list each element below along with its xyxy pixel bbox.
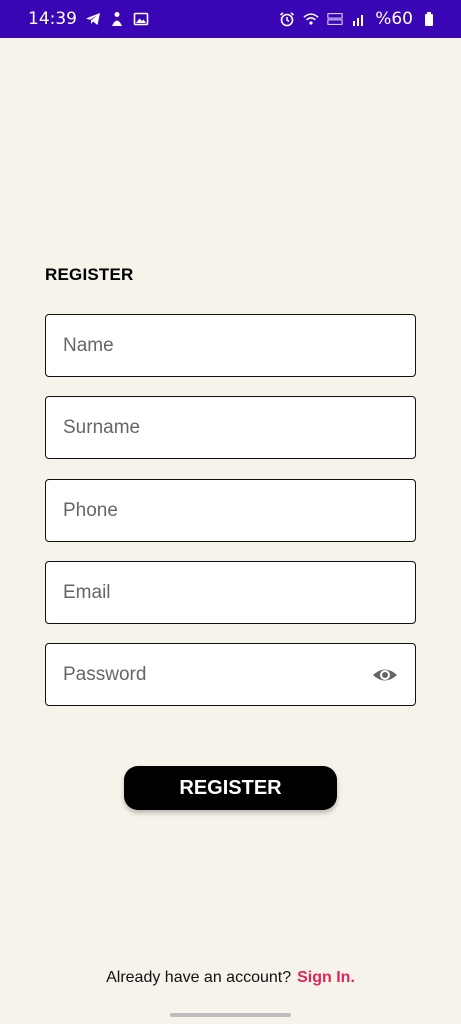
gesture-nav-handle[interactable] — [170, 1013, 291, 1017]
phone-field[interactable] — [45, 479, 416, 542]
name-input[interactable] — [63, 334, 398, 357]
signin-link[interactable]: Sign In. — [297, 969, 355, 986]
figure-icon — [109, 11, 125, 27]
status-bar: 14:39 %60 — [0, 0, 461, 38]
signin-prompt-text: Already have an account? — [106, 969, 292, 986]
password-input[interactable] — [63, 663, 364, 686]
signin-prompt-row: Already have an account? Sign In. — [0, 969, 461, 987]
image-icon — [133, 11, 149, 27]
status-time: 14:39 — [28, 9, 77, 29]
email-input[interactable] — [63, 581, 398, 604]
volte-icon — [327, 11, 343, 27]
battery-icon — [421, 11, 437, 27]
email-field[interactable] — [45, 561, 416, 624]
page-title: REGISTER — [45, 265, 134, 284]
signal-icon — [351, 11, 367, 27]
phone-input[interactable] — [63, 499, 398, 522]
surname-field[interactable] — [45, 396, 416, 459]
name-field[interactable] — [45, 314, 416, 377]
wifi-icon — [303, 11, 319, 27]
alarm-icon — [279, 11, 295, 27]
eye-icon[interactable] — [372, 662, 398, 688]
password-field[interactable] — [45, 643, 416, 706]
battery-percentage: %60 — [375, 9, 413, 29]
telegram-icon — [85, 11, 101, 27]
surname-input[interactable] — [63, 416, 398, 439]
register-button[interactable]: REGISTER — [124, 766, 337, 810]
